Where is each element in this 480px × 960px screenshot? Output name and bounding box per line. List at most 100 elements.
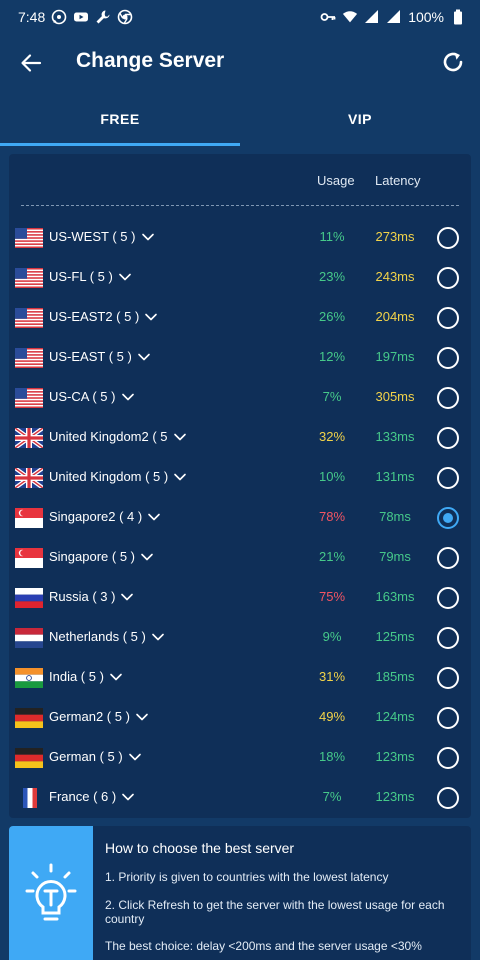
server-radio-button[interactable] [437,587,459,609]
back-button[interactable] [16,48,46,78]
usage-column-header: Usage [317,173,355,188]
flag-india-icon [15,668,43,688]
chevron-down-icon[interactable] [120,590,134,604]
flag-singapore-icon [15,548,43,568]
server-radio-button[interactable] [437,267,459,289]
youtube-icon [73,9,89,25]
server-latency: 243ms [375,269,415,284]
server-row[interactable]: United Kingdom2 ( 5 32% 133ms [9,418,471,458]
chevron-down-icon[interactable] [173,470,187,484]
server-name: France ( 6 ) [49,789,117,804]
server-row[interactable]: German ( 5 ) 18% 123ms [9,738,471,778]
server-radio-button[interactable] [437,627,459,649]
tab-vip-label: VIP [347,111,373,127]
server-row[interactable]: Netherlands ( 5 ) 9% 125ms [9,618,471,658]
tips-line-3: The best choice: delay <200ms and the se… [105,939,422,953]
server-latency: 185ms [375,669,415,684]
chevron-down-icon[interactable] [135,710,149,724]
tips-line-2: 2. Click Refresh to get the server with … [105,898,445,926]
battery-level: 100% [408,9,444,25]
server-radio-button[interactable] [437,467,459,489]
server-row[interactable]: US-EAST ( 5 ) 12% 197ms [9,338,471,378]
server-radio-button[interactable] [437,227,459,249]
server-row[interactable]: US-EAST2 ( 5 ) 26% 204ms [9,298,471,338]
flag-us-icon [15,388,43,408]
server-name: Singapore ( 5 ) [49,549,135,564]
server-radio-button[interactable] [437,507,459,529]
server-list-panel: Usage Latency US-WEST ( 5 ) 11% 273ms US-FL… [9,154,471,818]
server-name: United Kingdom2 ( 5 [49,429,168,444]
chrome-icon [117,9,133,25]
chevron-down-icon[interactable] [147,510,161,524]
flag-us-icon [15,308,43,328]
chevron-down-icon[interactable] [140,550,154,564]
chevron-down-icon[interactable] [141,230,155,244]
server-row[interactable]: German2 ( 5 ) 49% 124ms [9,698,471,738]
key-icon [320,9,336,25]
flag-russia-icon [15,588,43,608]
server-row[interactable]: Russia ( 3 ) 75% 163ms [9,578,471,618]
server-latency: 131ms [375,469,415,484]
server-radio-button[interactable] [437,547,459,569]
server-radio-button[interactable] [437,787,459,809]
server-row[interactable]: US-FL ( 5 ) 23% 243ms [9,258,471,298]
tab-vip[interactable]: VIP [240,92,480,146]
flag-us-icon [15,228,43,248]
server-name: India ( 5 ) [49,669,104,684]
server-usage: 78% [318,509,346,524]
chevron-down-icon[interactable] [121,790,135,804]
server-latency: 125ms [375,629,415,644]
server-name: Russia ( 3 ) [49,589,116,604]
server-latency: 305ms [375,389,415,404]
server-row[interactable]: India ( 5 ) 31% 185ms [9,658,471,698]
tab-free-label: FREE [100,111,140,127]
server-radio-button[interactable] [437,427,459,449]
tips-line-1: 1. Priority is given to countries with t… [105,870,389,884]
tab-free[interactable]: FREE [0,92,240,146]
lightbulb-icon [25,863,77,921]
server-name: German ( 5 ) [49,749,123,764]
server-radio-button[interactable] [437,707,459,729]
server-latency: 78ms [379,509,411,524]
tab-bar: FREE VIP [0,92,480,146]
server-usage: 9% [322,629,342,644]
server-radio-button[interactable] [437,387,459,409]
server-radio-button[interactable] [437,747,459,769]
server-name: US-FL ( 5 ) [49,269,113,284]
chevron-down-icon[interactable] [109,670,123,684]
app-bar: Change Server [0,34,480,92]
chevron-down-icon[interactable] [151,630,165,644]
battery-icon [450,9,466,25]
chevron-down-icon[interactable] [118,270,132,284]
flag-uk-icon [15,428,43,448]
chevron-down-icon[interactable] [173,430,187,444]
server-radio-button[interactable] [437,667,459,689]
server-row[interactable]: France ( 6 ) 7% 123ms [9,778,471,818]
server-name: German2 ( 5 ) [49,709,130,724]
tab-active-indicator [0,143,240,146]
tips-title: How to choose the best server [105,840,295,856]
server-row[interactable]: US-WEST ( 5 ) 11% 273ms [9,218,471,258]
tips-card: How to choose the best server 1. Priorit… [9,826,471,960]
chevron-down-icon[interactable] [144,310,158,324]
server-usage: 18% [318,749,346,764]
server-usage: 32% [318,429,346,444]
server-row[interactable]: Singapore2 ( 4 ) 78% 78ms [9,498,471,538]
server-name: Singapore2 ( 4 ) [49,509,143,524]
server-latency: 133ms [375,429,415,444]
chevron-down-icon[interactable] [128,750,142,764]
chevron-down-icon[interactable] [121,390,135,404]
flag-uk-icon [15,468,43,488]
server-radio-button[interactable] [437,307,459,329]
refresh-button[interactable] [438,47,468,77]
flag-netherlands-icon [15,628,43,648]
server-latency: 123ms [375,789,415,804]
server-row[interactable]: United Kingdom ( 5 ) 10% 131ms [9,458,471,498]
wrench-icon [95,9,111,25]
chevron-down-icon[interactable] [137,350,151,364]
server-row[interactable]: Singapore ( 5 ) 21% 79ms [9,538,471,578]
tips-side-panel [9,826,93,960]
flag-germany-icon [15,748,43,768]
server-row[interactable]: US-CA ( 5 ) 7% 305ms [9,378,471,418]
server-radio-button[interactable] [437,347,459,369]
